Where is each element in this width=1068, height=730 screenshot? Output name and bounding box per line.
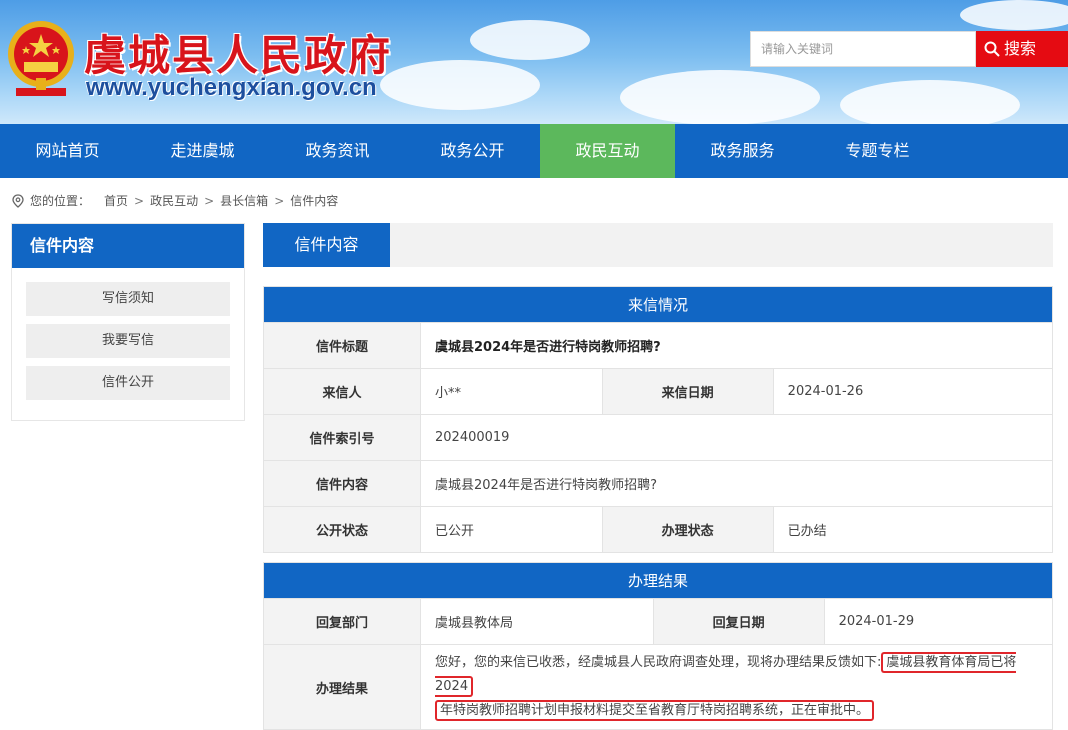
breadcrumb-link-interaction[interactable]: 政民互动 (150, 192, 198, 209)
breadcrumb-separator: > (274, 193, 285, 208)
field-label: 来信人 (263, 368, 421, 415)
cloud-decoration (960, 0, 1068, 30)
index-number-value: 202400019 (420, 414, 1053, 461)
letter-date-value: 2024-01-26 (772, 368, 1054, 415)
nav-item-news[interactable]: 政务资讯 (270, 124, 405, 178)
result-highlight-line2: 年特岗教师招聘计划申报材料提交至省教育厅特岗招聘系统，正在审批中。 (435, 700, 875, 721)
result-section-header: 办理结果 (263, 562, 1053, 599)
sender-value: 小** (420, 368, 603, 415)
field-label: 回复部门 (263, 598, 421, 645)
letter-title-value: 虞城县2024年是否进行特岗教师招聘? (420, 322, 1053, 369)
field-label: 信件内容 (263, 460, 421, 507)
site-url: www.yuchengxian.gov.cn (86, 74, 377, 101)
search-button-label: 搜索 (1004, 39, 1037, 58)
sidebar-item-writing-guide[interactable]: 写信须知 (26, 282, 230, 316)
result-intro: 您好，您的来信已收悉，经虞城县人民政府调查处理，现将办理结果反馈如下: (435, 655, 882, 670)
main-nav: 网站首页 走进虞城 政务资讯 政务公开 政民互动 政务服务 专题专栏 (0, 124, 1068, 178)
letter-section-header: 来信情况 (263, 286, 1053, 323)
nav-item-about[interactable]: 走进虞城 (135, 124, 270, 178)
letter-content-value: 虞城县2024年是否进行特岗教师招聘? (420, 460, 1053, 507)
field-label: 信件索引号 (263, 414, 421, 461)
result-text: 您好，您的来信已收悉，经虞城县人民政府调查处理，现将办理结果反馈如下: 虞城县教育… (420, 644, 1053, 730)
national-emblem-icon (8, 21, 74, 96)
tab-letter-content[interactable]: 信件内容 (263, 223, 390, 267)
cloud-decoration (380, 60, 540, 110)
field-label: 办理结果 (263, 644, 421, 730)
sidebar-item-write-letter[interactable]: 我要写信 (26, 324, 230, 358)
field-label: 办理状态 (601, 506, 774, 553)
main-tab-bar: 信件内容 (263, 223, 1053, 267)
field-label: 回复日期 (652, 598, 825, 645)
cloud-decoration (620, 70, 820, 124)
reply-date-value: 2024-01-29 (823, 598, 1054, 645)
result-info-table: 办理结果 回复部门 虞城县教体局 回复日期 2024-01-29 办理结果 您好… (263, 562, 1054, 730)
letter-info-table: 来信情况 信件标题 虞城县2024年是否进行特岗教师招聘? 来信人 小** 来信… (263, 286, 1054, 553)
breadcrumb-link-home[interactable]: 首页 (104, 192, 128, 209)
breadcrumb-prefix: 您的位置： (30, 194, 91, 208)
breadcrumb: 您的位置： 首页 > 政民互动 > 县长信箱 > 信件内容 (12, 192, 338, 209)
breadcrumb-current: 信件内容 (290, 194, 339, 208)
nav-item-home[interactable]: 网站首页 (0, 124, 135, 178)
reply-department-value: 虞城县教体局 (420, 598, 654, 645)
field-label: 公开状态 (263, 506, 421, 553)
field-label: 来信日期 (601, 368, 774, 415)
site-header: 虞城县人民政府 www.yuchengxian.gov.cn 请输入关键词 搜索 (0, 0, 1068, 124)
search-icon (984, 41, 1000, 57)
search-button[interactable]: 搜索 (976, 31, 1068, 67)
breadcrumb-link-mailbox[interactable]: 县长信箱 (220, 192, 268, 209)
cloud-decoration (470, 20, 590, 60)
nav-item-topics[interactable]: 专题专栏 (810, 124, 945, 178)
location-pin-icon (12, 193, 24, 208)
nav-item-services[interactable]: 政务服务 (675, 124, 810, 178)
sidebar-item-public-letters[interactable]: 信件公开 (26, 366, 230, 400)
search-input[interactable]: 请输入关键词 (750, 31, 976, 67)
breadcrumb-separator: > (204, 193, 215, 208)
nav-item-public[interactable]: 政务公开 (405, 124, 540, 178)
public-status-value: 已公开 (420, 506, 603, 553)
handling-status-value: 已办结 (772, 506, 1054, 553)
sidebar-title: 信件内容 (12, 224, 244, 268)
breadcrumb-separator: > (134, 193, 145, 208)
field-label: 信件标题 (263, 322, 421, 369)
cloud-decoration (840, 80, 1020, 124)
sidebar: 信件内容 写信须知 我要写信 信件公开 (11, 223, 245, 421)
nav-item-interaction[interactable]: 政民互动 (540, 124, 675, 178)
